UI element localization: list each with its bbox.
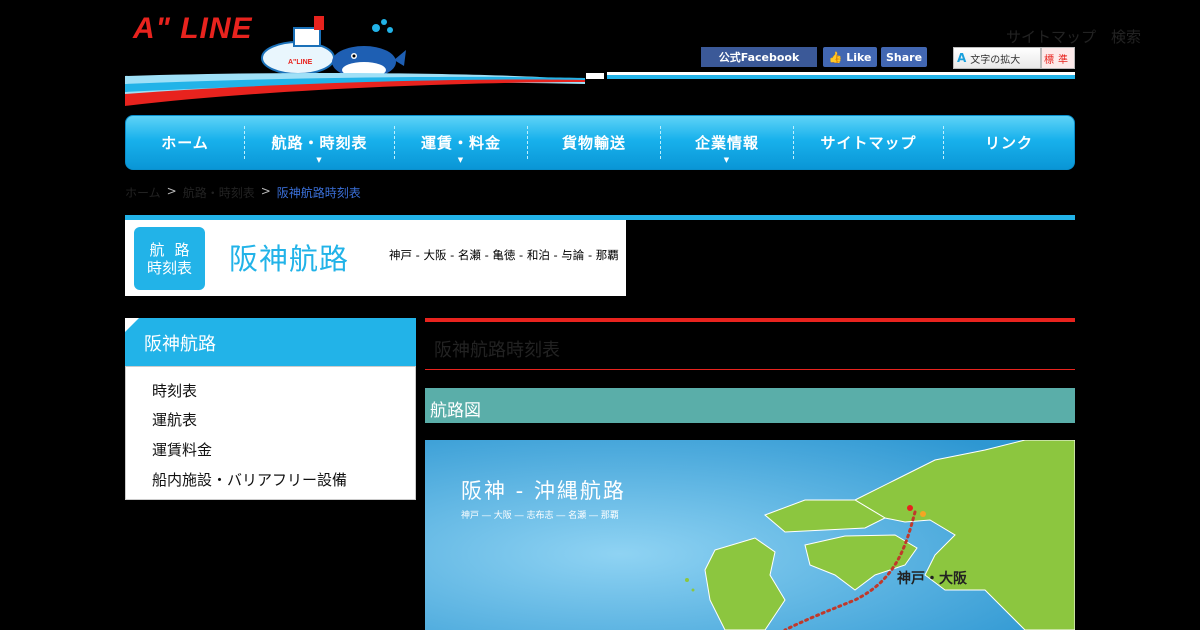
facebook-official-button[interactable]: 公式Facebook: [701, 47, 817, 67]
facebook-like-button[interactable]: 👍 Like: [823, 47, 877, 67]
nav-label: 運賃・料金: [420, 134, 501, 152]
badge-line1: 航路: [149, 240, 200, 259]
thumbs-up-icon: 👍: [828, 50, 843, 64]
sidebar-title: 阪神航路: [144, 334, 216, 355]
font-size-standard-button[interactable]: 標準: [1041, 47, 1075, 69]
chevron-down-icon: ▼: [316, 156, 323, 164]
nav-label: 企業情報: [694, 134, 759, 152]
nav-item-cargo[interactable]: 貨物輸送: [528, 116, 660, 169]
facebook-share-button[interactable]: Share: [881, 47, 927, 67]
section-header: [425, 388, 1075, 423]
facebook-like-label: Like: [846, 50, 872, 64]
breadcrumb-link-home[interactable]: ホーム: [125, 184, 161, 201]
sidebar-item-schedule[interactable]: 運航表: [152, 409, 197, 430]
sidebar-item-timetable[interactable]: 時刻表: [152, 380, 197, 401]
nav-label: 貨物輸送: [561, 134, 626, 152]
nav-label: サイトマップ: [820, 134, 917, 152]
site-logo[interactable]: A" LINE: [133, 12, 253, 46]
breadcrumb-separator: >: [260, 184, 271, 198]
header-utility-links[interactable]: サイトマップ 検索: [1006, 26, 1141, 47]
nav-item-fares[interactable]: 運賃・料金 ▼: [395, 116, 527, 169]
nav-item-home[interactable]: ホーム: [126, 116, 244, 169]
nav-item-company[interactable]: 企業情報 ▼: [661, 116, 793, 169]
global-nav: ホーム 航路・時刻表 ▼ 運賃・料金 ▼ 貨物輸送 企業情報 ▼ サイトマップ …: [125, 115, 1075, 170]
map-title: 阪神 - 沖縄航路: [461, 479, 626, 503]
page-title: 阪神航路時刻表: [434, 340, 560, 361]
nav-label: 航路・時刻表: [271, 134, 368, 152]
map-subtitle: 神戸 ― 大阪 ― 志布志 ― 名瀬 ― 那覇: [461, 509, 619, 521]
map-label-kobe-osaka: 神戸・大阪: [897, 570, 968, 587]
main-top-rule: [425, 318, 1075, 322]
font-size-enlarge[interactable]: A 文字の拡大: [953, 47, 1041, 69]
font-size-label: 文字の拡大: [970, 54, 1021, 66]
breadcrumb-current: 阪神航路時刻表: [276, 186, 361, 200]
nav-label: ホーム: [161, 134, 209, 152]
nav-item-routes[interactable]: 航路・時刻表 ▼: [245, 116, 394, 169]
route-title: 阪神航路: [229, 242, 350, 276]
breadcrumb-separator: >: [166, 184, 177, 198]
font-size-control: A 文字の拡大 標準: [953, 47, 1075, 69]
title-underline: [425, 369, 1075, 370]
nav-item-sitemap[interactable]: サイトマップ: [794, 116, 943, 169]
sidebar-item-fares[interactable]: 運賃料金: [152, 439, 212, 460]
breadcrumb-link-routes[interactable]: 航路・時刻表: [183, 184, 255, 201]
sidebar-item-facilities[interactable]: 船内施設・バリアフリー設備: [152, 469, 347, 490]
badge-line2: 時刻表: [146, 258, 192, 277]
header-wave-stripe: [125, 72, 1075, 106]
route-timetable-badge: 航路 時刻表: [134, 227, 205, 290]
nav-label: リンク: [984, 134, 1033, 152]
route-map: 阪神 - 沖縄航路 神戸 ― 大阪 ― 志布志 ― 名瀬 ― 那覇 神戸・大阪: [425, 440, 1075, 630]
section-title: 航路図: [430, 401, 481, 421]
chevron-down-icon: ▼: [457, 156, 465, 164]
route-banner: 航路 時刻表 阪神航路 神戸 - 大阪 - 名瀬 - 亀徳 - 和泊 - 与論 …: [125, 220, 626, 296]
font-a-icon: A: [957, 51, 967, 65]
chevron-down-icon: ▼: [723, 156, 731, 164]
sidebar-corner-notch: [125, 318, 139, 332]
nav-item-links[interactable]: リンク: [944, 116, 1074, 169]
route-stops: 神戸 - 大阪 - 名瀬 - 亀徳 - 和泊 - 与論 - 那覇: [389, 248, 619, 262]
breadcrumb: ホーム > 航路・時刻表 > 阪神航路時刻表: [125, 184, 361, 201]
